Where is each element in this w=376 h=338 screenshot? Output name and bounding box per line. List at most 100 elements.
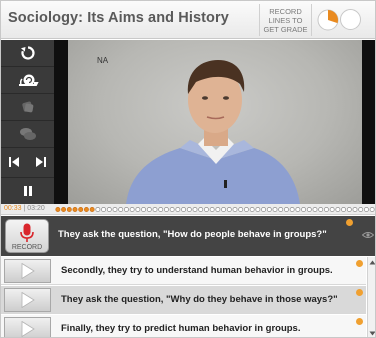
segment-marker[interactable] <box>352 207 358 212</box>
segment-marker[interactable] <box>226 207 232 212</box>
segment-marker[interactable] <box>55 207 61 212</box>
segment-marker[interactable] <box>175 207 181 212</box>
segment-marker[interactable] <box>169 207 175 212</box>
segment-marker[interactable] <box>283 207 289 212</box>
video-controls <box>1 40 54 204</box>
chat-bubbles-icon <box>19 128 36 140</box>
app-window: Sociology: Its Aims and History RECORD L… <box>0 0 376 338</box>
record-label: RECORD <box>11 244 43 251</box>
status-dot <box>356 260 363 267</box>
list-scrollbar[interactable] <box>367 257 375 337</box>
play-icon <box>21 321 35 337</box>
segment-marker[interactable] <box>198 207 204 212</box>
video-player[interactable]: NA <box>54 40 375 204</box>
segment-marker[interactable] <box>112 207 118 212</box>
status-dot <box>346 219 353 226</box>
segment-marker[interactable] <box>141 207 147 212</box>
pause-button[interactable] <box>1 177 54 204</box>
segment-marker[interactable] <box>78 207 84 212</box>
segment-marker[interactable] <box>323 207 329 212</box>
segment-marker[interactable] <box>192 207 198 212</box>
segment-marker[interactable] <box>83 207 89 212</box>
slow-snail-icon <box>18 74 39 86</box>
segment-marker[interactable] <box>261 207 267 212</box>
segment-marker[interactable] <box>101 207 107 212</box>
segment-marker[interactable] <box>209 207 215 212</box>
segment-marker[interactable] <box>221 207 227 212</box>
segment-marker[interactable] <box>66 207 72 212</box>
segment-marker[interactable] <box>95 207 101 212</box>
segment-marker[interactable] <box>369 207 375 212</box>
segment-marker[interactable] <box>123 207 129 212</box>
segment-marker[interactable] <box>215 207 221 212</box>
segment-marker[interactable] <box>232 207 238 212</box>
play-icon <box>21 292 35 308</box>
segment-marker[interactable] <box>158 207 164 212</box>
segment-marker[interactable] <box>255 207 261 212</box>
list-item[interactable]: Finally, they try to predict human behav… <box>1 315 366 337</box>
segment-marker[interactable] <box>152 207 158 212</box>
line-text: Secondly, they try to understand human b… <box>61 265 333 276</box>
play-line-button[interactable] <box>4 288 51 312</box>
segment-marker[interactable] <box>278 207 284 212</box>
time-readout: 00:33 | 03:20 <box>4 205 45 212</box>
list-item[interactable]: They ask the question, "Why do they beha… <box>1 286 366 314</box>
hint-icon <box>21 101 33 113</box>
segment-marker[interactable] <box>249 207 255 212</box>
status-dot <box>356 289 363 296</box>
line-text: They ask the question, "Why do they beha… <box>61 294 338 305</box>
segment-marker[interactable] <box>181 207 187 212</box>
segment-markers[interactable] <box>55 205 375 214</box>
scroll-up-button[interactable] <box>368 258 375 267</box>
segment-marker[interactable] <box>135 207 141 212</box>
segment-marker[interactable] <box>203 207 209 212</box>
record-button[interactable]: RECORD <box>5 219 49 253</box>
scroll-down-button[interactable] <box>368 329 375 337</box>
slow-playback-button[interactable] <box>1 67 54 94</box>
segment-marker[interactable] <box>106 207 112 212</box>
segment-marker[interactable] <box>318 207 324 212</box>
segment-marker[interactable] <box>243 207 249 212</box>
segment-marker[interactable] <box>295 207 301 212</box>
previous-button[interactable] <box>1 148 27 175</box>
segment-marker[interactable] <box>163 207 169 212</box>
play-line-button[interactable] <box>4 317 51 337</box>
score-circle <box>340 9 361 30</box>
next-button[interactable] <box>28 148 54 175</box>
segment-marker[interactable] <box>329 207 335 212</box>
segment-marker[interactable] <box>346 207 352 212</box>
timeline[interactable]: 00:33 | 03:20 <box>1 204 375 215</box>
segment-marker[interactable] <box>266 207 272 212</box>
nav-row <box>1 148 54 175</box>
hint-button[interactable] <box>1 94 54 121</box>
status-dot <box>356 318 363 325</box>
segment-marker[interactable] <box>272 207 278 212</box>
segment-marker[interactable] <box>186 207 192 212</box>
list-item[interactable]: Secondly, they try to understand human b… <box>1 257 366 285</box>
segment-marker[interactable] <box>363 207 369 212</box>
total-time: 03:20 <box>27 205 45 212</box>
video-overlay-label: NA <box>97 56 109 65</box>
progress-pie-icon <box>317 9 339 31</box>
segment-marker[interactable] <box>312 207 318 212</box>
segment-marker[interactable] <box>129 207 135 212</box>
segment-marker[interactable] <box>306 207 312 212</box>
replay-icon <box>20 46 35 60</box>
segment-marker[interactable] <box>89 207 95 212</box>
header: Sociology: Its Aims and History RECORD L… <box>1 1 375 39</box>
eye-icon[interactable] <box>362 231 374 239</box>
segment-marker[interactable] <box>301 207 307 212</box>
segment-marker[interactable] <box>72 207 78 212</box>
segment-marker[interactable] <box>341 207 347 212</box>
segment-marker[interactable] <box>118 207 124 212</box>
segment-marker[interactable] <box>61 207 67 212</box>
segment-marker[interactable] <box>358 207 364 212</box>
replay-button[interactable] <box>1 40 54 67</box>
segment-marker[interactable] <box>289 207 295 212</box>
chat-button[interactable] <box>1 121 54 148</box>
play-line-button[interactable] <box>4 259 51 283</box>
segment-marker[interactable] <box>146 207 152 212</box>
segment-marker[interactable] <box>238 207 244 212</box>
segment-marker[interactable] <box>335 207 341 212</box>
microphone-icon <box>20 223 34 242</box>
